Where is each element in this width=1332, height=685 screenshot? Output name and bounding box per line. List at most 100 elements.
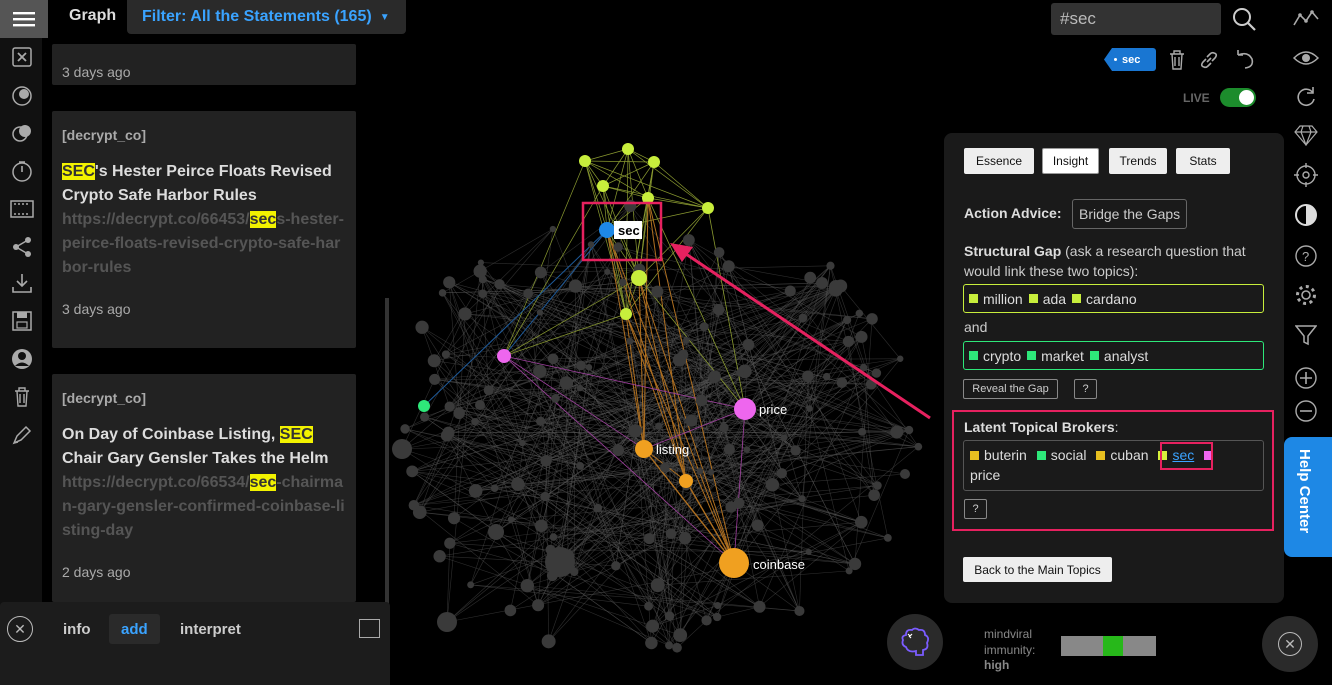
feed-scrollbar[interactable]	[385, 298, 389, 608]
reveal-gap-button[interactable]: Reveal the Gap	[963, 379, 1058, 399]
graph-node[interactable]	[743, 446, 751, 453]
circles-icon[interactable]	[9, 83, 35, 109]
back-to-main-topics-button[interactable]: Back to the Main Topics	[963, 557, 1112, 582]
graph-node[interactable]	[826, 261, 835, 270]
graph-node[interactable]	[520, 578, 534, 593]
zoom-out-icon[interactable]	[1293, 398, 1319, 424]
graph-node[interactable]	[534, 266, 547, 279]
trash-icon[interactable]	[9, 384, 35, 410]
search-icon[interactable]	[1232, 7, 1258, 38]
graph-node[interactable]	[622, 143, 634, 155]
card-link[interactable]: https://decrypt.co/66534/sec-chairman-ga…	[62, 471, 346, 543]
graph-node[interactable]	[682, 234, 695, 247]
close-icon[interactable]: ✕	[7, 616, 33, 642]
graph-node[interactable]	[733, 497, 745, 509]
graph-node[interactable]	[467, 581, 475, 589]
download-icon[interactable]	[9, 270, 35, 296]
graph-node[interactable]	[576, 360, 586, 371]
statement-card[interactable]: 3 days ago	[52, 44, 356, 85]
graph-node[interactable]	[678, 531, 692, 545]
graph-node[interactable]	[866, 313, 878, 325]
graph-node[interactable]	[628, 424, 642, 438]
graph-node[interactable]	[665, 641, 673, 650]
graph-node[interactable]	[507, 516, 515, 523]
graph-node[interactable]	[836, 377, 848, 388]
graph-node[interactable]	[646, 619, 660, 633]
gear-icon[interactable]	[1293, 282, 1319, 308]
tab-stats[interactable]: Stats	[1176, 148, 1230, 174]
card-headline[interactable]: On Day of Coinbase Listing, SEC Chair Ga…	[62, 423, 346, 471]
graph-node[interactable]	[612, 444, 625, 457]
overlap-icon[interactable]	[9, 120, 35, 146]
graph-node[interactable]	[848, 557, 862, 571]
graph-node[interactable]	[579, 155, 591, 167]
brain-icon[interactable]	[887, 614, 943, 670]
graph-node[interactable]	[620, 308, 632, 320]
graph-node[interactable]	[533, 364, 547, 378]
graph-node[interactable]	[855, 309, 864, 318]
graph-node[interactable]	[643, 533, 655, 545]
broker-item[interactable]: social	[1036, 447, 1087, 463]
graph-node[interactable]	[673, 628, 688, 642]
graph-node[interactable]	[631, 270, 647, 286]
graph-node[interactable]	[478, 289, 488, 299]
graph-node[interactable]	[736, 368, 744, 377]
graph-node[interactable]	[701, 615, 712, 626]
graph-node[interactable]	[883, 534, 892, 542]
funnel-icon[interactable]	[1293, 322, 1319, 348]
graph-node[interactable]	[873, 481, 882, 490]
graph-node[interactable]	[855, 330, 868, 343]
live-toggle[interactable]	[1220, 88, 1256, 107]
question-icon[interactable]: ?	[1293, 243, 1319, 269]
graph-node[interactable]	[699, 322, 709, 332]
graph-node[interactable]	[408, 500, 420, 511]
graph-node[interactable]	[437, 612, 457, 632]
tab-info[interactable]: info	[51, 614, 103, 644]
graph-node[interactable]	[645, 636, 658, 650]
graph-node[interactable]	[576, 384, 584, 392]
graph-node[interactable]	[651, 285, 664, 298]
graph-node[interactable]	[900, 469, 910, 479]
graph-node[interactable]	[648, 156, 660, 168]
graph-node[interactable]	[798, 495, 806, 503]
graph-node[interactable]	[660, 462, 670, 473]
graph-node[interactable]	[441, 350, 450, 359]
graph-node[interactable]	[751, 519, 764, 532]
graph-node[interactable]	[576, 462, 585, 470]
graph-node[interactable]	[624, 199, 637, 212]
node-sec[interactable]: sec	[599, 221, 642, 239]
node-listing[interactable]	[635, 440, 653, 458]
graph-node[interactable]	[488, 524, 504, 540]
graph-node[interactable]	[816, 277, 828, 289]
graph-node[interactable]	[504, 604, 517, 617]
graph-node[interactable]	[822, 372, 831, 381]
graph-node[interactable]	[540, 455, 552, 467]
user-icon[interactable]	[9, 346, 35, 372]
graph-node[interactable]	[702, 202, 714, 214]
graph-node[interactable]	[780, 434, 788, 441]
hamburger-icon[interactable]	[0, 0, 48, 38]
graph-node[interactable]	[713, 247, 725, 258]
diamond-icon[interactable]	[1293, 122, 1319, 148]
graph-node[interactable]	[483, 385, 494, 396]
graph-node[interactable]	[471, 417, 479, 426]
graph-node[interactable]	[418, 400, 430, 412]
graph-node[interactable]	[597, 180, 609, 192]
filter-dropdown[interactable]: Filter: All the Statements (165) ▼	[127, 0, 406, 34]
graph-node[interactable]	[723, 443, 735, 455]
graph-node[interactable]	[890, 425, 904, 439]
help-button[interactable]: ?	[1074, 379, 1097, 399]
tab-trends[interactable]: Trends	[1109, 148, 1167, 174]
graph-node[interactable]	[655, 422, 663, 430]
graph-node[interactable]	[443, 276, 456, 289]
broker-item[interactable]: buterin	[970, 447, 1027, 463]
graph-node[interactable]	[444, 537, 456, 549]
graph-node[interactable]	[458, 307, 472, 321]
graph-node[interactable]	[535, 519, 548, 533]
graph-node[interactable]	[712, 612, 722, 622]
share-icon[interactable]	[9, 234, 35, 260]
graph-node[interactable]	[547, 353, 559, 365]
graph-node[interactable]	[672, 353, 687, 367]
statement-card[interactable]: [decrypt_co] On Day of Coinbase Listing,…	[52, 374, 356, 602]
graph-node[interactable]	[914, 442, 923, 451]
